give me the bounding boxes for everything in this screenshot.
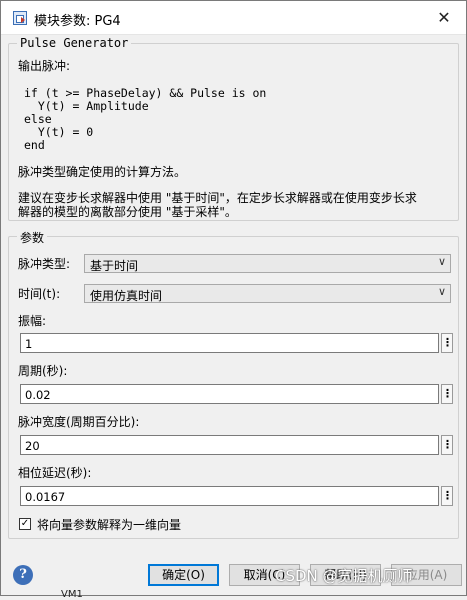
parameters-group: 参数 脉冲类型: 基于时间 ∨ 时间(t): 使用仿真时间 ∨ 振幅: 1 ⋮ …: [8, 229, 459, 539]
description-pulse-type-note: 脉冲类型确定使用的计算方法。: [18, 165, 187, 179]
apply-button[interactable]: 应用(A): [391, 564, 462, 586]
chevron-down-icon: ∨: [437, 285, 446, 298]
interpret-vector-label: 将向量参数解释为一维向量: [37, 518, 182, 532]
time-dropdown[interactable]: 使用仿真时间 ∨: [84, 284, 451, 303]
block-type-name: Pulse Generator: [17, 36, 132, 50]
close-button[interactable]: ✕: [430, 5, 458, 31]
pulse-width-field[interactable]: 20: [20, 435, 439, 455]
background-model-label: VM1: [61, 589, 83, 600]
help-icon[interactable]: ?: [13, 565, 33, 585]
phase-delay-field[interactable]: 0.0167: [20, 486, 439, 506]
amplitude-field[interactable]: 1: [20, 333, 439, 353]
title-bar: 模块参数: PG4 ✕: [1, 1, 466, 35]
period-options-button[interactable]: ⋮: [441, 384, 453, 404]
block-description-group: Pulse Generator 输出脉冲: if (t >= PhaseDela…: [8, 36, 459, 221]
period-field[interactable]: 0.02: [20, 384, 439, 404]
phase-delay-options-button[interactable]: ⋮: [441, 486, 453, 506]
block-parameters-dialog: 模块参数: PG4 ✕ Pulse Generator 输出脉冲: if (t …: [0, 0, 467, 600]
pulse-type-label: 脉冲类型:: [18, 257, 71, 271]
time-value: 使用仿真时间: [90, 289, 163, 303]
window-title: 模块参数: PG4: [34, 14, 121, 29]
phase-delay-label: 相位延迟(秒):: [18, 466, 92, 480]
amplitude-options-button[interactable]: ⋮: [441, 333, 453, 353]
pulse-width-options-button[interactable]: ⋮: [441, 435, 453, 455]
ok-button[interactable]: 确定(O): [148, 564, 219, 586]
parameters-group-title: 参数: [17, 229, 48, 246]
chevron-down-icon: ∨: [437, 255, 446, 268]
help-button[interactable]: 帮助(H): [310, 564, 381, 586]
period-label: 周期(秒):: [18, 364, 68, 378]
interpret-vector-checkbox[interactable]: ✓: [19, 518, 31, 530]
pulse-type-dropdown[interactable]: 基于时间 ∨: [84, 254, 451, 273]
amplitude-value: 1: [25, 337, 33, 351]
pulse-width-label: 脉冲宽度(周期百分比):: [18, 415, 140, 429]
pulse-type-value: 基于时间: [90, 259, 139, 273]
description-intro: 输出脉冲:: [18, 59, 71, 73]
period-value: 0.02: [25, 388, 51, 402]
pulse-width-value: 20: [25, 439, 40, 453]
description-recommendation-line2: 解器的模型的离散部分使用 "基于采样"。: [18, 205, 237, 219]
phase-delay-value: 0.0167: [25, 490, 66, 504]
cancel-button[interactable]: 取消(C): [229, 564, 300, 586]
time-label: 时间(t):: [18, 287, 61, 301]
description-pseudocode: if (t >= PhaseDelay) && Pulse is on Y(t)…: [24, 86, 267, 152]
amplitude-label: 振幅:: [18, 314, 47, 328]
simulink-block-icon: [13, 11, 27, 25]
